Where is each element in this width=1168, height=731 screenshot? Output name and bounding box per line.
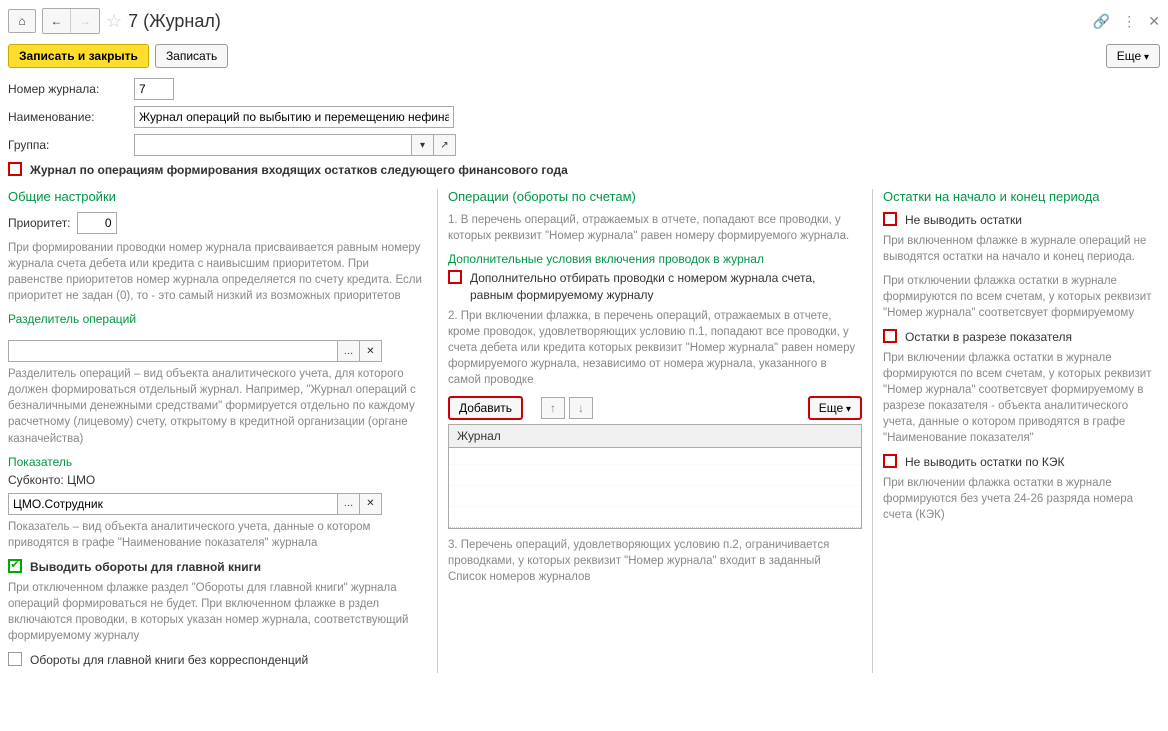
save-button[interactable]: Записать [155,44,228,68]
subkonto-clear-button[interactable]: ✕ [360,493,382,515]
priority-input[interactable] [77,212,117,234]
by-indicator-label: Остатки в разрезе показателя [905,329,1072,346]
forward-button[interactable]: → [71,9,99,33]
kebab-icon[interactable]: ⋮ [1122,13,1136,30]
page-title: 7 (Журнал) [128,11,221,32]
incoming-balance-checkbox[interactable] [8,162,22,176]
name-input[interactable] [134,106,454,128]
group-open-button[interactable]: ↗ [434,134,456,156]
separator-clear-button[interactable]: ✕ [360,340,382,362]
separator-select-button[interactable]: … [338,340,360,362]
no-balances-checkbox[interactable] [883,212,897,226]
operations-p1: 1. В перечень операций, отражаемых в отч… [448,212,862,244]
balances-panel: Остатки на начало и конец периода Не выв… [873,189,1160,673]
operations-p3: 3. Перечень операций, удовлетворяющих ус… [448,537,862,585]
separator-input[interactable] [8,340,338,362]
nav-group: ← → [42,8,100,34]
home-button[interactable]: ⌂ [8,9,36,33]
move-down-button[interactable]: ↓ [569,397,593,419]
save-close-button[interactable]: Записать и закрыть [8,44,149,68]
table-more-button[interactable]: Еще [808,396,862,420]
operations-title: Операции (обороты по счетам) [448,189,862,204]
general-settings-panel: Общие настройки Приоритет: При формирова… [8,189,438,673]
more-button[interactable]: Еще [1106,44,1160,68]
indicator-title: Показатель [8,455,427,469]
ledger-turnover-checkbox[interactable] [8,559,22,573]
back-button[interactable]: ← [43,9,71,33]
header: ⌂ ← → ☆ 7 (Журнал) 🔗 ⋮ ✕ [8,8,1160,34]
balances-title: Остатки на начало и конец периода [883,189,1160,204]
journals-table-header: Журнал [449,425,861,448]
add-button[interactable]: Добавить [448,396,523,420]
no-corr-checkbox[interactable] [8,652,22,666]
name-label: Наименование: [8,110,128,124]
ledger-turnover-help: При отключенном флажке раздел "Обороты д… [8,580,427,644]
separator-title: Разделитель операций [8,312,427,326]
indicator-help: Показатель – вид объекта аналитического … [8,519,427,551]
operations-p2: 2. При включении флажка, в перечень опер… [448,308,862,388]
group-input[interactable] [134,134,412,156]
subkonto-select-button[interactable]: … [338,493,360,515]
favorite-icon[interactable]: ☆ [106,11,122,32]
incoming-balance-label: Журнал по операциям формирования входящи… [30,162,568,179]
group-dropdown-button[interactable]: ▾ [412,134,434,156]
operations-panel: Операции (обороты по счетам) 1. В перече… [438,189,873,673]
extra-cond-title: Дополнительные условия включения проводо… [448,252,862,266]
no-balances-help-on: При включенном флажке в журнале операций… [883,233,1160,265]
close-icon[interactable]: ✕ [1148,13,1160,30]
general-settings-title: Общие настройки [8,189,427,204]
group-label: Группа: [8,138,128,152]
no-balances-label: Не выводить остатки [905,212,1022,229]
no-kek-checkbox[interactable] [883,454,897,468]
subkonto-label: Субконто: ЦМО [8,473,427,487]
no-corr-label: Обороты для главной книги без корреспонд… [30,652,308,669]
journal-no-input[interactable] [134,78,174,100]
separator-help: Разделитель операций – вид объекта анали… [8,366,427,446]
extra-filter-checkbox[interactable] [448,270,462,284]
no-kek-help: При включении флажка остатки в журнале ф… [883,475,1160,523]
ledger-turnover-label: Выводить обороты для главной книги [30,559,261,576]
no-kek-label: Не выводить остатки по КЭК [905,454,1064,471]
priority-help: При формировании проводки номер журнала … [8,240,427,304]
by-indicator-checkbox[interactable] [883,329,897,343]
subkonto-input[interactable] [8,493,338,515]
journal-no-label: Номер журнала: [8,82,128,96]
journals-table-body[interactable] [449,448,861,528]
link-icon[interactable]: 🔗 [1093,13,1110,30]
move-up-button[interactable]: ↑ [541,397,565,419]
extra-filter-label: Дополнительно отбирать проводки с номеро… [470,270,850,304]
toolbar: Записать и закрыть Записать Еще [8,44,1160,68]
no-balances-help-off: При отключении флажка остатки в журнале … [883,273,1160,321]
priority-label: Приоритет: [8,216,71,230]
by-indicator-help: При включении флажка остатки в журнале ф… [883,350,1160,447]
journals-table[interactable]: Журнал [448,424,862,529]
